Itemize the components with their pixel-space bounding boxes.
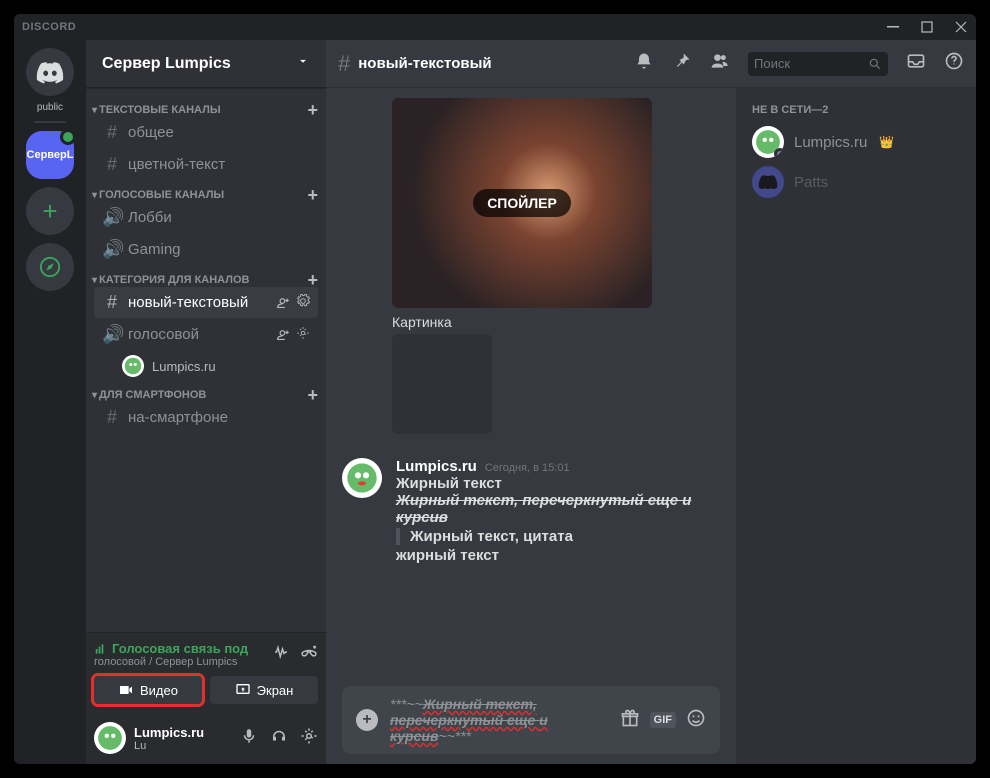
user-tag: Lu [134,740,204,752]
members-icon[interactable] [710,51,730,76]
channel-item[interactable]: #на-смартфоне [94,402,318,433]
member-item[interactable]: Lumpics.ru 👑 [744,122,968,162]
noise-suppression-icon[interactable] [272,643,290,666]
message-text: Жирный текст [396,475,720,492]
home-button[interactable] [26,48,74,96]
message-timestamp: Сегодня, в 15:01 [485,462,570,474]
spoiler-label: СПОЙЛЕР [473,189,571,217]
user-name: Lumpics.ru [134,725,204,740]
crown-icon: 👑 [879,135,894,149]
chat-header: # новый-текстовый Поиск [326,40,976,88]
video-button[interactable]: Видео [94,676,202,704]
chevron-down-icon: ▾ [92,190,97,201]
server-icon[interactable]: СерверL [26,131,74,179]
add-channel-button[interactable]: + [307,275,318,285]
compose-text[interactable]: ***~~Жирный текст, перечеркнутый еще и к… [390,696,608,744]
add-server-button[interactable]: + [26,187,74,235]
guild-separator [34,121,66,123]
user-area: Lumpics.ru Lu [86,712,326,764]
gear-icon[interactable] [296,326,310,343]
main-area: # новый-текстовый Поиск С [326,40,976,764]
voice-panel: Голосовая связь под голосовой / Сервер L… [86,632,326,712]
member-item[interactable]: Patts [744,162,968,202]
hash-icon: # [102,292,122,313]
channel-title: новый-текстовый [358,55,491,72]
screen-share-button[interactable]: Экран [210,676,318,704]
hash-icon: # [338,51,350,77]
add-channel-button[interactable]: + [307,190,318,200]
message-composer[interactable]: + ***~~Жирный текст, перечеркнутый еще и… [342,686,720,754]
bell-icon[interactable] [634,51,654,76]
speaker-icon: 🔊 [102,239,122,260]
category-text[interactable]: ▾ТЕКСТОВЫЕ КАНАЛЫ + [86,96,326,116]
avatar [752,126,784,158]
inbox-icon[interactable] [906,51,926,76]
avatar[interactable] [342,458,382,498]
mic-icon[interactable] [240,727,258,750]
disconnect-icon[interactable] [300,643,318,666]
channel-item[interactable]: #общее [94,117,318,148]
public-tag: public [37,102,63,113]
message: Lumpics.ru Сегодня, в 15:01 Жирный текст… [342,458,720,564]
speaker-icon: 🔊 [102,207,122,228]
gift-icon[interactable] [620,708,640,733]
add-channel-button[interactable]: + [307,390,318,400]
channel-item-active[interactable]: # новый-текстовый [94,287,318,318]
search-input[interactable]: Поиск [748,52,888,76]
attach-button[interactable]: + [356,709,378,731]
guild-bar: public СерверL + [14,40,86,764]
image-attachment[interactable] [392,334,492,434]
message-list: СПОЙЛЕР Картинка Lumpics.ru Сегодня, в 1… [326,88,736,764]
voice-sub: голосовой / Сервер Lumpics [94,656,248,668]
invite-icon[interactable] [276,294,290,311]
invite-icon[interactable] [276,326,290,343]
chevron-down-icon: ▾ [92,390,97,401]
window-close-icon[interactable] [954,20,968,34]
category-voice[interactable]: ▾ГОЛОСОВЫЕ КАНАЛЫ + [86,181,326,201]
avatar [122,355,144,377]
voice-channel-item[interactable]: 🔊Gaming [94,234,318,265]
voice-badge-icon [60,129,76,145]
voice-user[interactable]: Lumpics.ru [86,351,326,381]
category-mobile[interactable]: ▾ДЛЯ СМАРТФОНОВ + [86,381,326,401]
hash-icon: # [102,407,122,428]
member-list: НЕ В СЕТИ—2 Lumpics.ru 👑 Patts [736,88,976,764]
members-header: НЕ В СЕТИ—2 [744,104,968,122]
hash-icon: # [102,154,122,175]
search-icon [868,57,882,71]
avatar[interactable] [94,722,126,754]
voice-channel-item[interactable]: 🔊Лобби [94,202,318,233]
window-minimize-icon[interactable] [886,20,900,34]
app-title: DISCORD [22,21,76,33]
window-maximize-icon[interactable] [920,20,934,34]
image-caption: Картинка [392,314,720,330]
channel-sidebar: Сервер Lumpics ▾ТЕКСТОВЫЕ КАНАЛЫ + #обще… [86,40,326,764]
voice-status[interactable]: Голосовая связь под [94,641,248,656]
speaker-icon: 🔊 [102,324,122,345]
headphones-icon[interactable] [270,727,288,750]
message-text: жирный текст [396,547,720,564]
pin-icon[interactable] [672,51,692,76]
gif-button[interactable]: GIF [650,712,676,728]
help-icon[interactable] [944,51,964,76]
message-quote: Жирный текст, цитата [396,528,720,545]
chevron-down-icon: ▾ [92,275,97,286]
message-text: Жирный текст, перечеркнутый еще и курсив [396,492,720,526]
add-channel-button[interactable]: + [307,105,318,115]
status-offline-icon [774,148,784,158]
chevron-down-icon [296,54,310,73]
gear-icon[interactable] [300,727,318,750]
voice-channel-item[interactable]: 🔊 голосовой [94,319,318,350]
explore-button[interactable] [26,243,74,291]
avatar [752,166,784,198]
server-header[interactable]: Сервер Lumpics [86,40,326,88]
emoji-icon[interactable] [686,708,706,733]
message-author[interactable]: Lumpics.ru [396,458,477,475]
chevron-down-icon: ▾ [92,105,97,116]
hash-icon: # [102,122,122,143]
channel-item[interactable]: #цветной-текст [94,149,318,180]
spoiler-image[interactable]: СПОЙЛЕР [392,98,652,308]
gear-icon[interactable] [296,294,310,311]
category-custom[interactable]: ▾КАТЕГОРИЯ ДЛЯ КАНАЛОВ + [86,266,326,286]
